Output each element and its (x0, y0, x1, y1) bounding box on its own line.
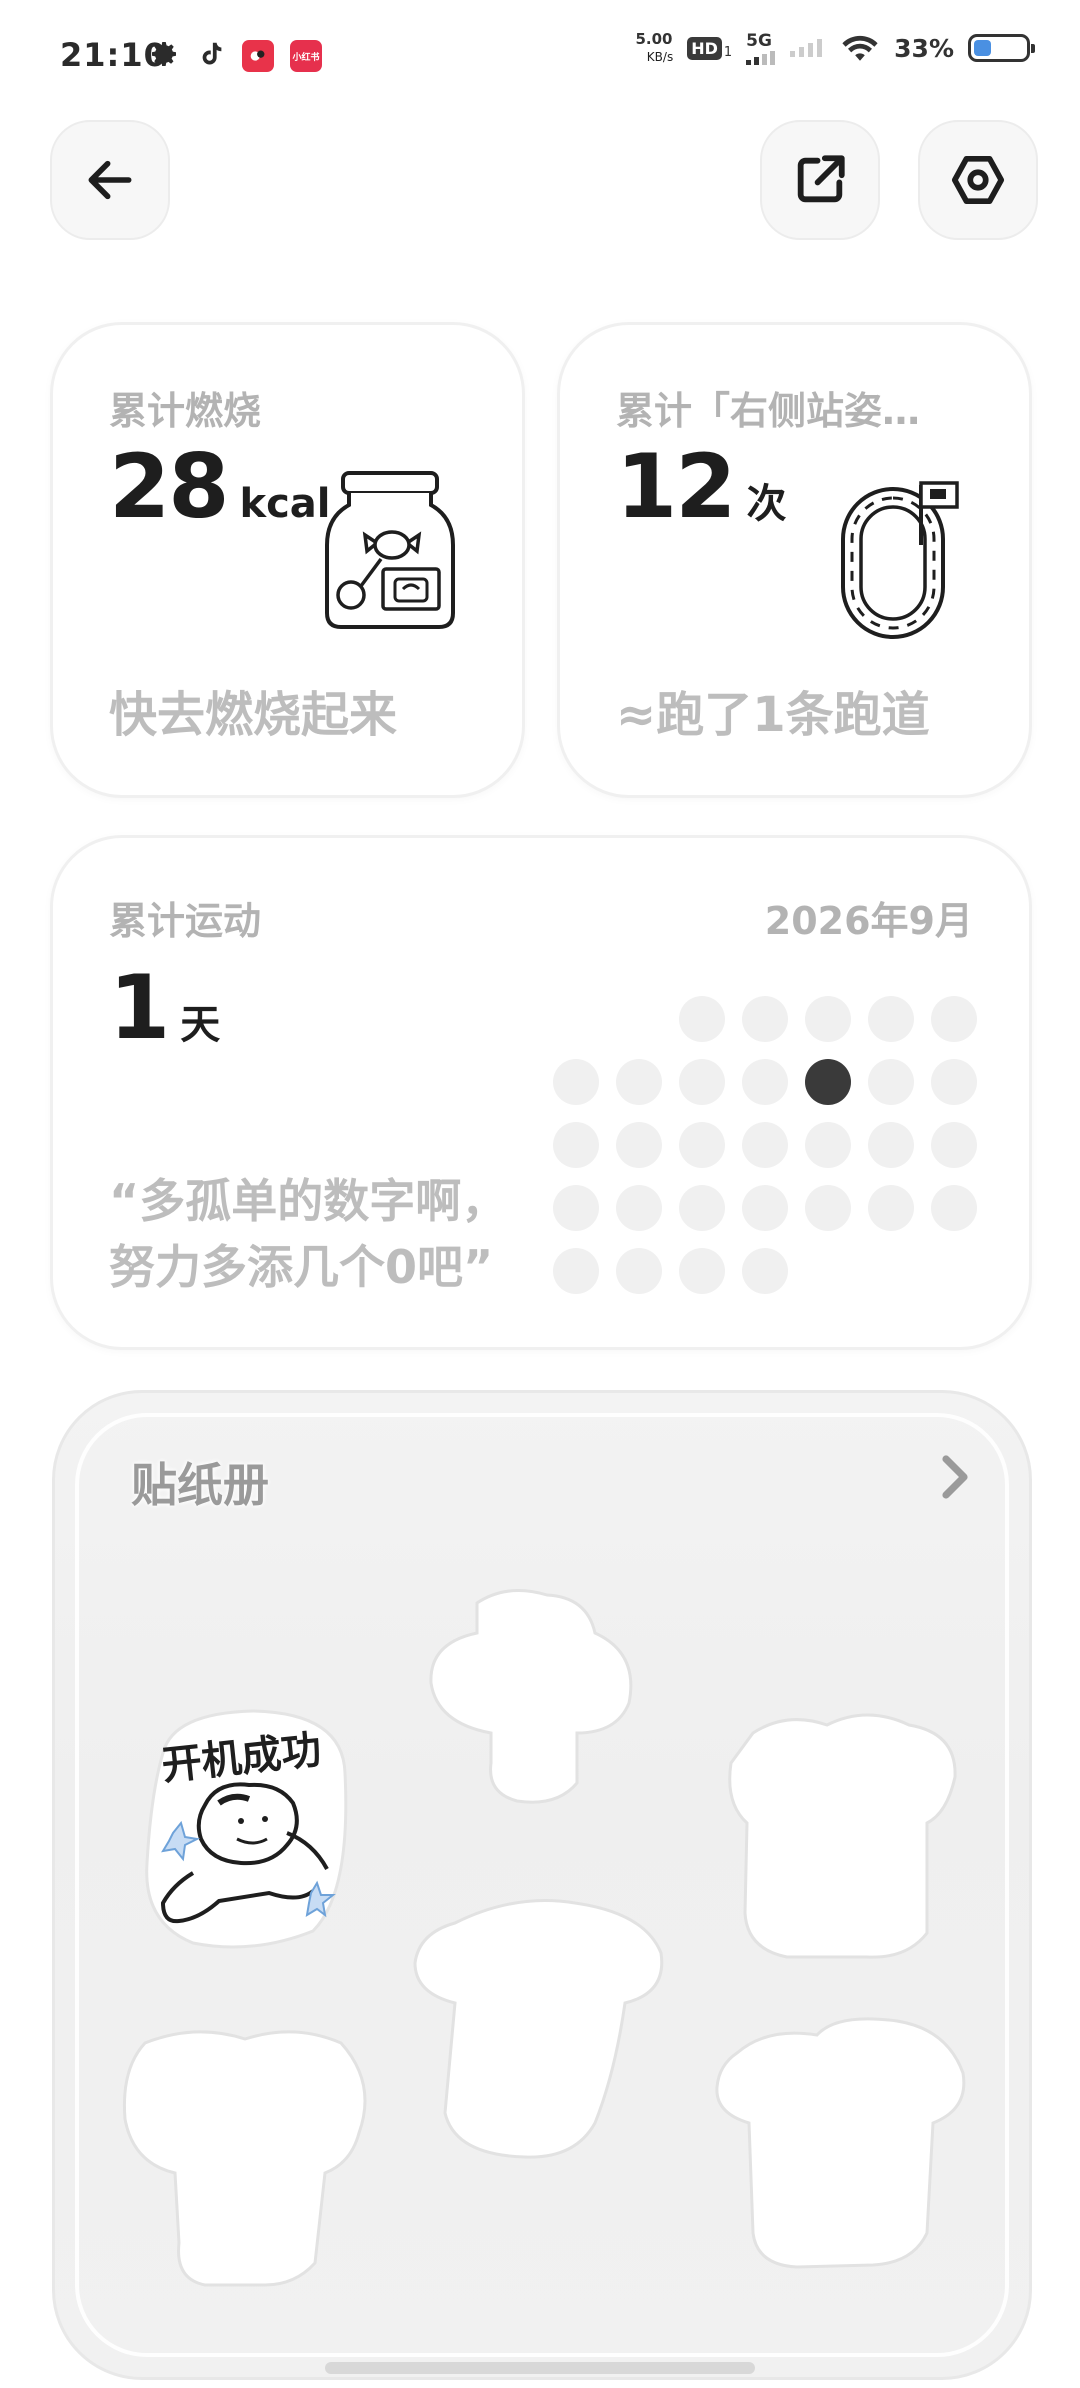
share-button[interactable] (760, 120, 880, 240)
net-speed-value: 5.00 (635, 30, 673, 48)
sticker-slot-2[interactable] (717, 1703, 977, 1977)
activity-value: 1 (109, 956, 170, 1059)
share-icon (797, 155, 845, 203)
hexagon-settings-icon (951, 155, 1005, 205)
xiaohongshu-icon: 小红书 (290, 40, 322, 72)
hd-sub: 1 (723, 44, 733, 60)
app-icon (242, 40, 274, 72)
sticker-slot-3[interactable] (405, 1893, 675, 2177)
calendar-day-dot (931, 1059, 977, 1105)
sticker-collected[interactable]: 开机成功 (133, 1693, 373, 1967)
calendar-day-dot (931, 1185, 977, 1231)
calendar-day-dot (616, 1185, 662, 1231)
battery-icon (968, 34, 1035, 62)
signal-bars-icon (746, 51, 776, 65)
battery-fill (974, 40, 991, 56)
status-bar: 21:10 小红书 5.00 KB/s HD 1 5G 33% (0, 0, 1080, 110)
stand-card[interactable]: 累计「右侧站姿… 12 次 ≈跑了1条跑道 (557, 322, 1032, 798)
sticker-slot-5[interactable] (707, 2013, 977, 2287)
running-track-icon (835, 475, 965, 649)
calendar-day-dot (679, 1059, 725, 1105)
sticker-slot-4[interactable] (115, 2023, 375, 2297)
status-left-icons: 小红书 (148, 38, 322, 74)
calendar-day-dot (679, 1122, 725, 1168)
calendar-day-dot (805, 996, 851, 1042)
calendar-day-dot (805, 1122, 851, 1168)
calendar-day-dot (553, 1122, 599, 1168)
calendar-day-dot (679, 996, 725, 1042)
stand-footer: ≈跑了1条跑道 (616, 687, 930, 743)
candy-jar-icon (315, 465, 465, 639)
calendar-day-dot (742, 1248, 788, 1294)
activity-card[interactable]: 累计运动 2026年9月 1 天 “多孤单的数字啊， 努力多添几个0吧” (50, 835, 1032, 1350)
status-right: 5.00 KB/s HD 1 5G 33% (635, 30, 1035, 66)
calendar-day-dot (931, 1122, 977, 1168)
calendar-day-dot (553, 1059, 599, 1105)
stand-value: 12 (616, 435, 736, 538)
stand-value-row: 12 次 (616, 435, 786, 538)
calendar-day-dot (742, 1122, 788, 1168)
activity-value-row: 1 天 (109, 956, 220, 1059)
activity-label: 累计运动 (109, 899, 262, 943)
calendar-day-dot (868, 1059, 914, 1105)
burn-card[interactable]: 累计燃烧 28 kcal 快去燃烧起来 (50, 322, 525, 798)
back-button[interactable] (50, 120, 170, 240)
calendar-day-dot (679, 1185, 725, 1231)
home-indicator[interactable] (325, 2362, 755, 2374)
stand-label: 累计「右侧站姿… (616, 389, 921, 433)
calendar-day-dot (868, 1122, 914, 1168)
arrow-left-icon (88, 160, 132, 200)
signal-5g: 5G (746, 31, 776, 65)
sticker-album[interactable]: 贴纸册 开机成功 (52, 1390, 1032, 2380)
activity-month: 2026年9月 (764, 899, 973, 943)
burn-value-row: 28 kcal (109, 435, 330, 538)
calendar-day-dot (553, 1248, 599, 1294)
chevron-right-icon (942, 1455, 968, 1499)
activity-calendar (553, 996, 993, 1296)
burn-value: 28 (109, 435, 229, 538)
calendar-day-dot (679, 1248, 725, 1294)
calendar-day-dot (805, 1059, 851, 1105)
wifi-icon (842, 35, 878, 61)
calendar-day-dot (616, 1059, 662, 1105)
hd-indicator: HD 1 (687, 36, 733, 60)
signal-bars-2-icon (790, 39, 823, 57)
burn-footer: 快去燃烧起来 (109, 687, 398, 743)
album-title: 贴纸册 (131, 1458, 269, 1512)
calendar-day-dot (805, 1185, 851, 1231)
activity-unit: 天 (180, 1002, 221, 1048)
net-speed: 5.00 KB/s (635, 30, 673, 66)
activity-quote-line2: 努力多添几个0吧” (109, 1240, 494, 1294)
net-speed-unit: KB/s (646, 50, 674, 64)
calendar-day-dot (931, 996, 977, 1042)
album-open-button[interactable] (937, 1453, 973, 1505)
calendar-day-dot (616, 1248, 662, 1294)
calendar-day-dot (742, 996, 788, 1042)
network-type: 5G (746, 31, 772, 51)
battery-percent: 33% (894, 33, 954, 63)
stand-unit: 次 (746, 481, 787, 527)
calendar-day-dot (742, 1059, 788, 1105)
sticker-slot-1[interactable] (417, 1583, 667, 1817)
calendar-day-dot (616, 1122, 662, 1168)
calendar-day-dot (868, 996, 914, 1042)
hd-badge: HD (687, 36, 722, 60)
tiktok-icon (196, 38, 226, 74)
burn-label: 累计燃烧 (109, 389, 262, 433)
activity-quote-line1: “多孤单的数字啊， (109, 1174, 508, 1228)
settings-icon (148, 38, 180, 74)
calendar-day-dot (868, 1185, 914, 1231)
settings-button[interactable] (918, 120, 1038, 240)
calendar-day-dot (742, 1185, 788, 1231)
calendar-day-dot (553, 1185, 599, 1231)
